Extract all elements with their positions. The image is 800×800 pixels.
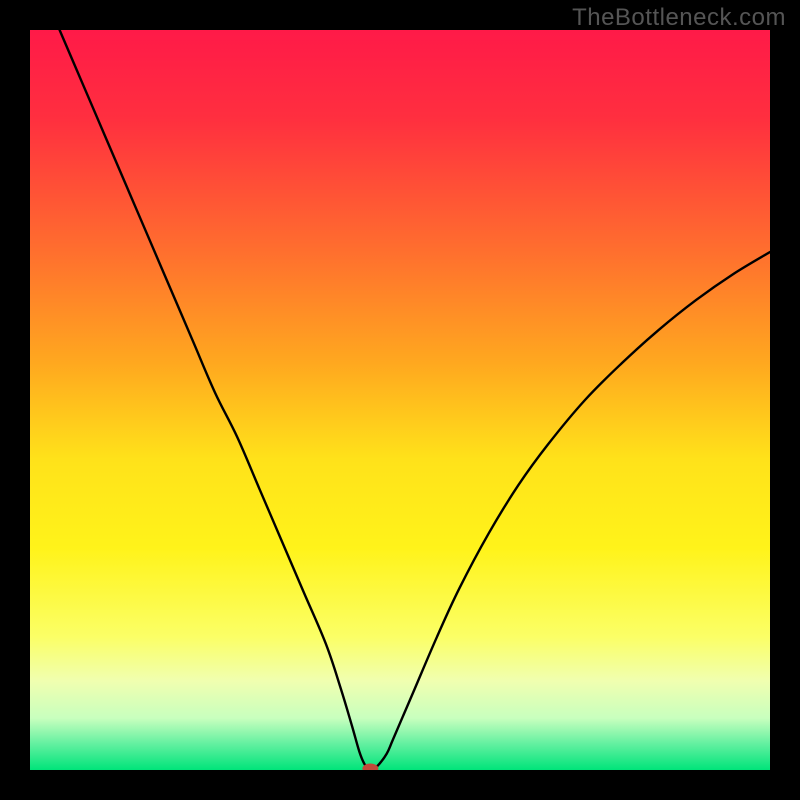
bottleneck-chart: [30, 30, 770, 770]
chart-container: TheBottleneck.com: [0, 0, 800, 800]
watermark-text: TheBottleneck.com: [572, 4, 786, 32]
gradient-background: [30, 30, 770, 770]
plot-area: [30, 30, 770, 770]
